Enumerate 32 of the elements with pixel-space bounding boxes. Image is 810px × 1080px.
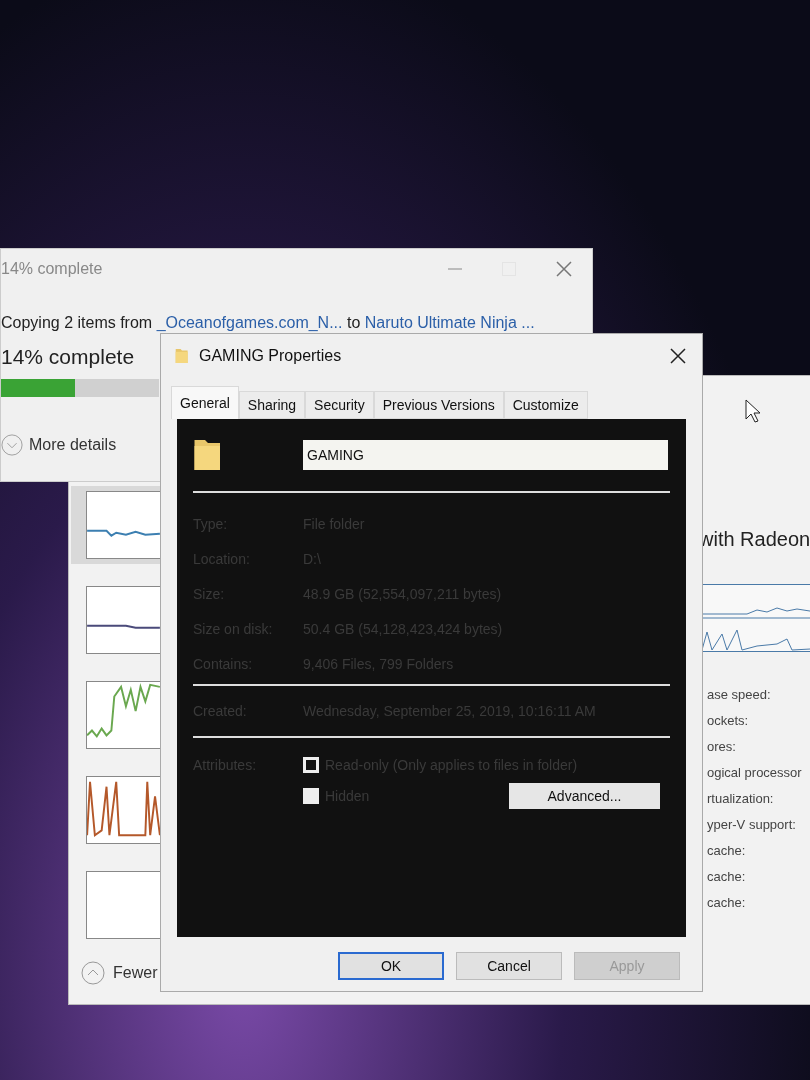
advanced-button[interactable]: Advanced... xyxy=(509,783,660,809)
tab[interactable]: Previous Versions xyxy=(373,391,504,419)
checkbox[interactable] xyxy=(303,788,319,804)
chevron-down-icon[interactable] xyxy=(1,433,23,456)
spec-label: cache: xyxy=(707,868,747,886)
mouse-cursor-icon xyxy=(745,399,761,423)
spec-label: ockets: xyxy=(707,712,750,730)
tab[interactable]: Sharing xyxy=(238,391,306,419)
dialog-button[interactable]: OK xyxy=(338,952,444,980)
spec-label: cache: xyxy=(707,842,747,860)
tab[interactable]: General xyxy=(171,386,239,419)
tab[interactable]: Security xyxy=(305,391,374,419)
performance-thumbnail[interactable] xyxy=(71,486,163,564)
tab[interactable]: Customize xyxy=(503,391,588,419)
copy-message: Copying 2 items from _Oceanofgames.com_N... to Naruto Ultimate Ninja ... xyxy=(1,313,536,333)
folder-icon xyxy=(175,347,189,365)
close-icon[interactable] xyxy=(670,348,686,364)
spec-label: rtualization: xyxy=(707,790,775,808)
spec-label: ase speed: xyxy=(707,686,772,704)
dialog-button[interactable]: Cancel xyxy=(456,952,562,980)
progress-status: 14% complete xyxy=(1,344,135,370)
spec-label: yper-V support: xyxy=(707,816,797,834)
fewer-details-link[interactable]: Fewer xyxy=(113,961,158,985)
spec-label: cache: xyxy=(707,894,747,912)
chevron-up-icon[interactable] xyxy=(81,961,105,985)
window-title: GAMING Properties xyxy=(199,346,342,366)
window-title: 14% complete xyxy=(1,259,103,279)
checkbox[interactable] xyxy=(303,757,319,773)
spec-label: ores: xyxy=(707,738,737,756)
more-details-link[interactable]: More details xyxy=(29,432,117,457)
folder-name-field[interactable]: GAMING xyxy=(303,440,668,470)
spec-label: ogical processor xyxy=(707,764,802,782)
